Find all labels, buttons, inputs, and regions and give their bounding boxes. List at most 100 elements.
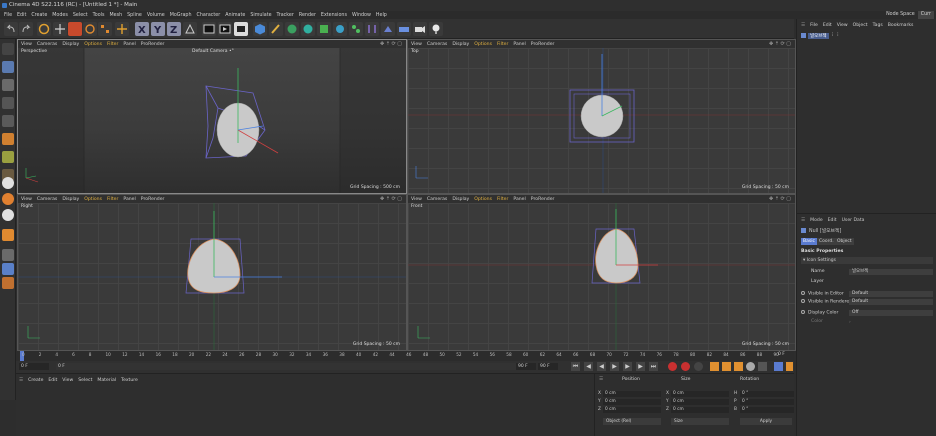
texture-mode-icon[interactable] <box>2 79 14 91</box>
menu-tracker[interactable]: Tracker <box>277 13 294 18</box>
play-icon[interactable]: ▶ <box>610 362 619 371</box>
menu-select[interactable]: Select <box>73 13 88 18</box>
viewport-nav-icons[interactable]: ✥ ⇡ ⟳ ▢ <box>769 196 791 202</box>
autokey-icon[interactable] <box>681 362 690 371</box>
model-mode-icon[interactable] <box>2 61 14 73</box>
vp-menu-cameras[interactable]: Cameras <box>37 197 57 202</box>
menu-tools[interactable]: Tools <box>93 13 105 18</box>
vp-menu-options[interactable]: Options <box>84 197 102 202</box>
mat-menu-create[interactable]: Create <box>28 378 43 383</box>
cube-icon[interactable] <box>253 22 267 36</box>
vp-menu-panel[interactable]: Panel <box>513 197 525 202</box>
radio-icon[interactable] <box>801 291 805 295</box>
pen-spline-icon[interactable] <box>269 22 283 36</box>
viewport-nav-icons[interactable]: ✥ ⇡ ⟳ ▢ <box>769 41 791 47</box>
render-to-picture-viewer-icon[interactable] <box>218 22 232 36</box>
bracket-icon[interactable] <box>365 22 379 36</box>
radio-icon[interactable] <box>801 299 805 303</box>
keyframe-selection-icon[interactable] <box>694 362 703 371</box>
radio-icon[interactable] <box>801 310 805 314</box>
brush-icon[interactable] <box>2 249 14 261</box>
locked-workplane-icon[interactable] <box>2 263 14 275</box>
menu-volume[interactable]: Volume <box>147 13 165 18</box>
viewport-perspective[interactable]: View Cameras Display Options Filter Pane… <box>17 39 407 194</box>
goto-end-icon[interactable]: ⏭ <box>649 362 658 371</box>
visible-editor-select[interactable]: Default <box>849 291 933 297</box>
rotation-h-field[interactable]: 0 ° <box>740 391 794 397</box>
recent-tools-icon[interactable] <box>98 22 112 36</box>
vp-menu-display[interactable]: Display <box>62 197 79 202</box>
panel-menu-icon[interactable]: ☰ <box>801 218 805 223</box>
viewport-right[interactable]: View Cameras Display Options Filter Pane… <box>17 194 407 351</box>
vp-menu-panel[interactable]: Panel <box>123 42 135 47</box>
panel-menu-icon[interactable]: ☰ <box>599 377 603 382</box>
visibility-dots-icon[interactable]: ⠇ <box>832 33 835 38</box>
position-x-field[interactable]: 0 cm <box>603 391 661 397</box>
goto-start-icon[interactable]: ⏮ <box>571 362 580 371</box>
z-axis-lock-icon[interactable]: Z <box>167 22 181 36</box>
viewport-front[interactable]: View Cameras Display Options Filter Pane… <box>407 194 796 351</box>
vp-menu-cameras[interactable]: Cameras <box>427 197 447 202</box>
viewport-nav-icons[interactable]: ✥ ⇡ ⟳ ▢ <box>380 41 402 47</box>
viewport-top[interactable]: View Cameras Display Options Filter Pane… <box>407 39 796 194</box>
key-position-icon[interactable] <box>710 362 719 371</box>
mat-menu-view[interactable]: View <box>62 378 73 383</box>
menu-modes[interactable]: Modes <box>52 13 68 18</box>
next-frame-icon[interactable]: ▶ <box>623 362 632 371</box>
rotation-b-field[interactable]: 0 ° <box>740 407 794 413</box>
key-scale-icon[interactable] <box>722 362 731 371</box>
menu-animate[interactable]: Animate <box>225 13 245 18</box>
key-rotation-icon[interactable] <box>734 362 743 371</box>
om-menu-view[interactable]: View <box>837 23 848 28</box>
render-settings-icon[interactable] <box>234 22 248 36</box>
attr-menu-user-data[interactable]: User Data <box>842 218 865 223</box>
vp-menu-view[interactable]: View <box>411 197 422 202</box>
vp-menu-options[interactable]: Options <box>474 42 492 47</box>
size-mode-select[interactable]: Size <box>671 418 729 425</box>
om-menu-file[interactable]: File <box>810 23 818 28</box>
panel-menu-icon[interactable]: ☰ <box>19 378 23 383</box>
snapping-icon[interactable] <box>2 177 14 189</box>
move-icon[interactable] <box>53 22 67 36</box>
layout-select[interactable]: Curr <box>917 11 934 19</box>
right-canvas[interactable] <box>18 203 406 350</box>
deformer-icon[interactable] <box>333 22 347 36</box>
rotation-p-field[interactable]: 0 ° <box>740 399 794 405</box>
menu-create[interactable]: Create <box>31 13 47 18</box>
vp-menu-display[interactable]: Display <box>62 42 79 47</box>
position-z-field[interactable]: 0 cm <box>603 407 661 413</box>
vp-menu-panel[interactable]: Panel <box>513 42 525 47</box>
menu-help[interactable]: Help <box>376 13 387 18</box>
menu-mograph[interactable]: MoGraph <box>170 13 192 18</box>
planar-workplane-icon[interactable] <box>2 277 14 289</box>
live-selection-icon[interactable] <box>37 22 51 36</box>
vp-menu-display[interactable]: Display <box>452 197 469 202</box>
camera-icon[interactable] <box>413 22 427 36</box>
edges-mode-icon[interactable] <box>2 115 14 127</box>
mograph-icon[interactable] <box>349 22 363 36</box>
visible-renderer-select[interactable]: Default <box>849 299 933 305</box>
icon-settings-group[interactable]: ▾ Icon Settings <box>801 257 933 264</box>
om-menu-object[interactable]: Object <box>853 23 868 28</box>
front-canvas[interactable] <box>408 203 795 350</box>
tab-object[interactable]: Object <box>835 238 854 245</box>
menu-spline[interactable]: Spline <box>127 13 142 18</box>
environment-icon[interactable] <box>381 22 395 36</box>
timeline-window-icon[interactable] <box>786 362 793 371</box>
light-icon[interactable] <box>429 22 443 36</box>
position-y-field[interactable]: 0 cm <box>603 399 661 405</box>
vp-menu-filter[interactable]: Filter <box>497 42 508 47</box>
uv-mode-icon[interactable] <box>2 151 14 163</box>
menu-window[interactable]: Window <box>352 13 371 18</box>
polygons-mode-icon[interactable] <box>2 133 14 145</box>
x-axis-lock-icon[interactable]: X <box>135 22 149 36</box>
mat-menu-material[interactable]: Material <box>97 378 116 383</box>
coordinate-mode-select[interactable]: Object (Rel) <box>603 418 661 425</box>
size-y-field[interactable]: 0 cm <box>671 399 729 405</box>
vp-menu-panel[interactable]: Panel <box>123 197 135 202</box>
next-key-icon[interactable]: ▶ <box>636 362 645 371</box>
size-z-field[interactable]: 0 cm <box>671 407 729 413</box>
size-x-field[interactable]: 0 cm <box>671 391 729 397</box>
undo-icon[interactable] <box>4 22 18 36</box>
record-icon[interactable] <box>668 362 677 371</box>
